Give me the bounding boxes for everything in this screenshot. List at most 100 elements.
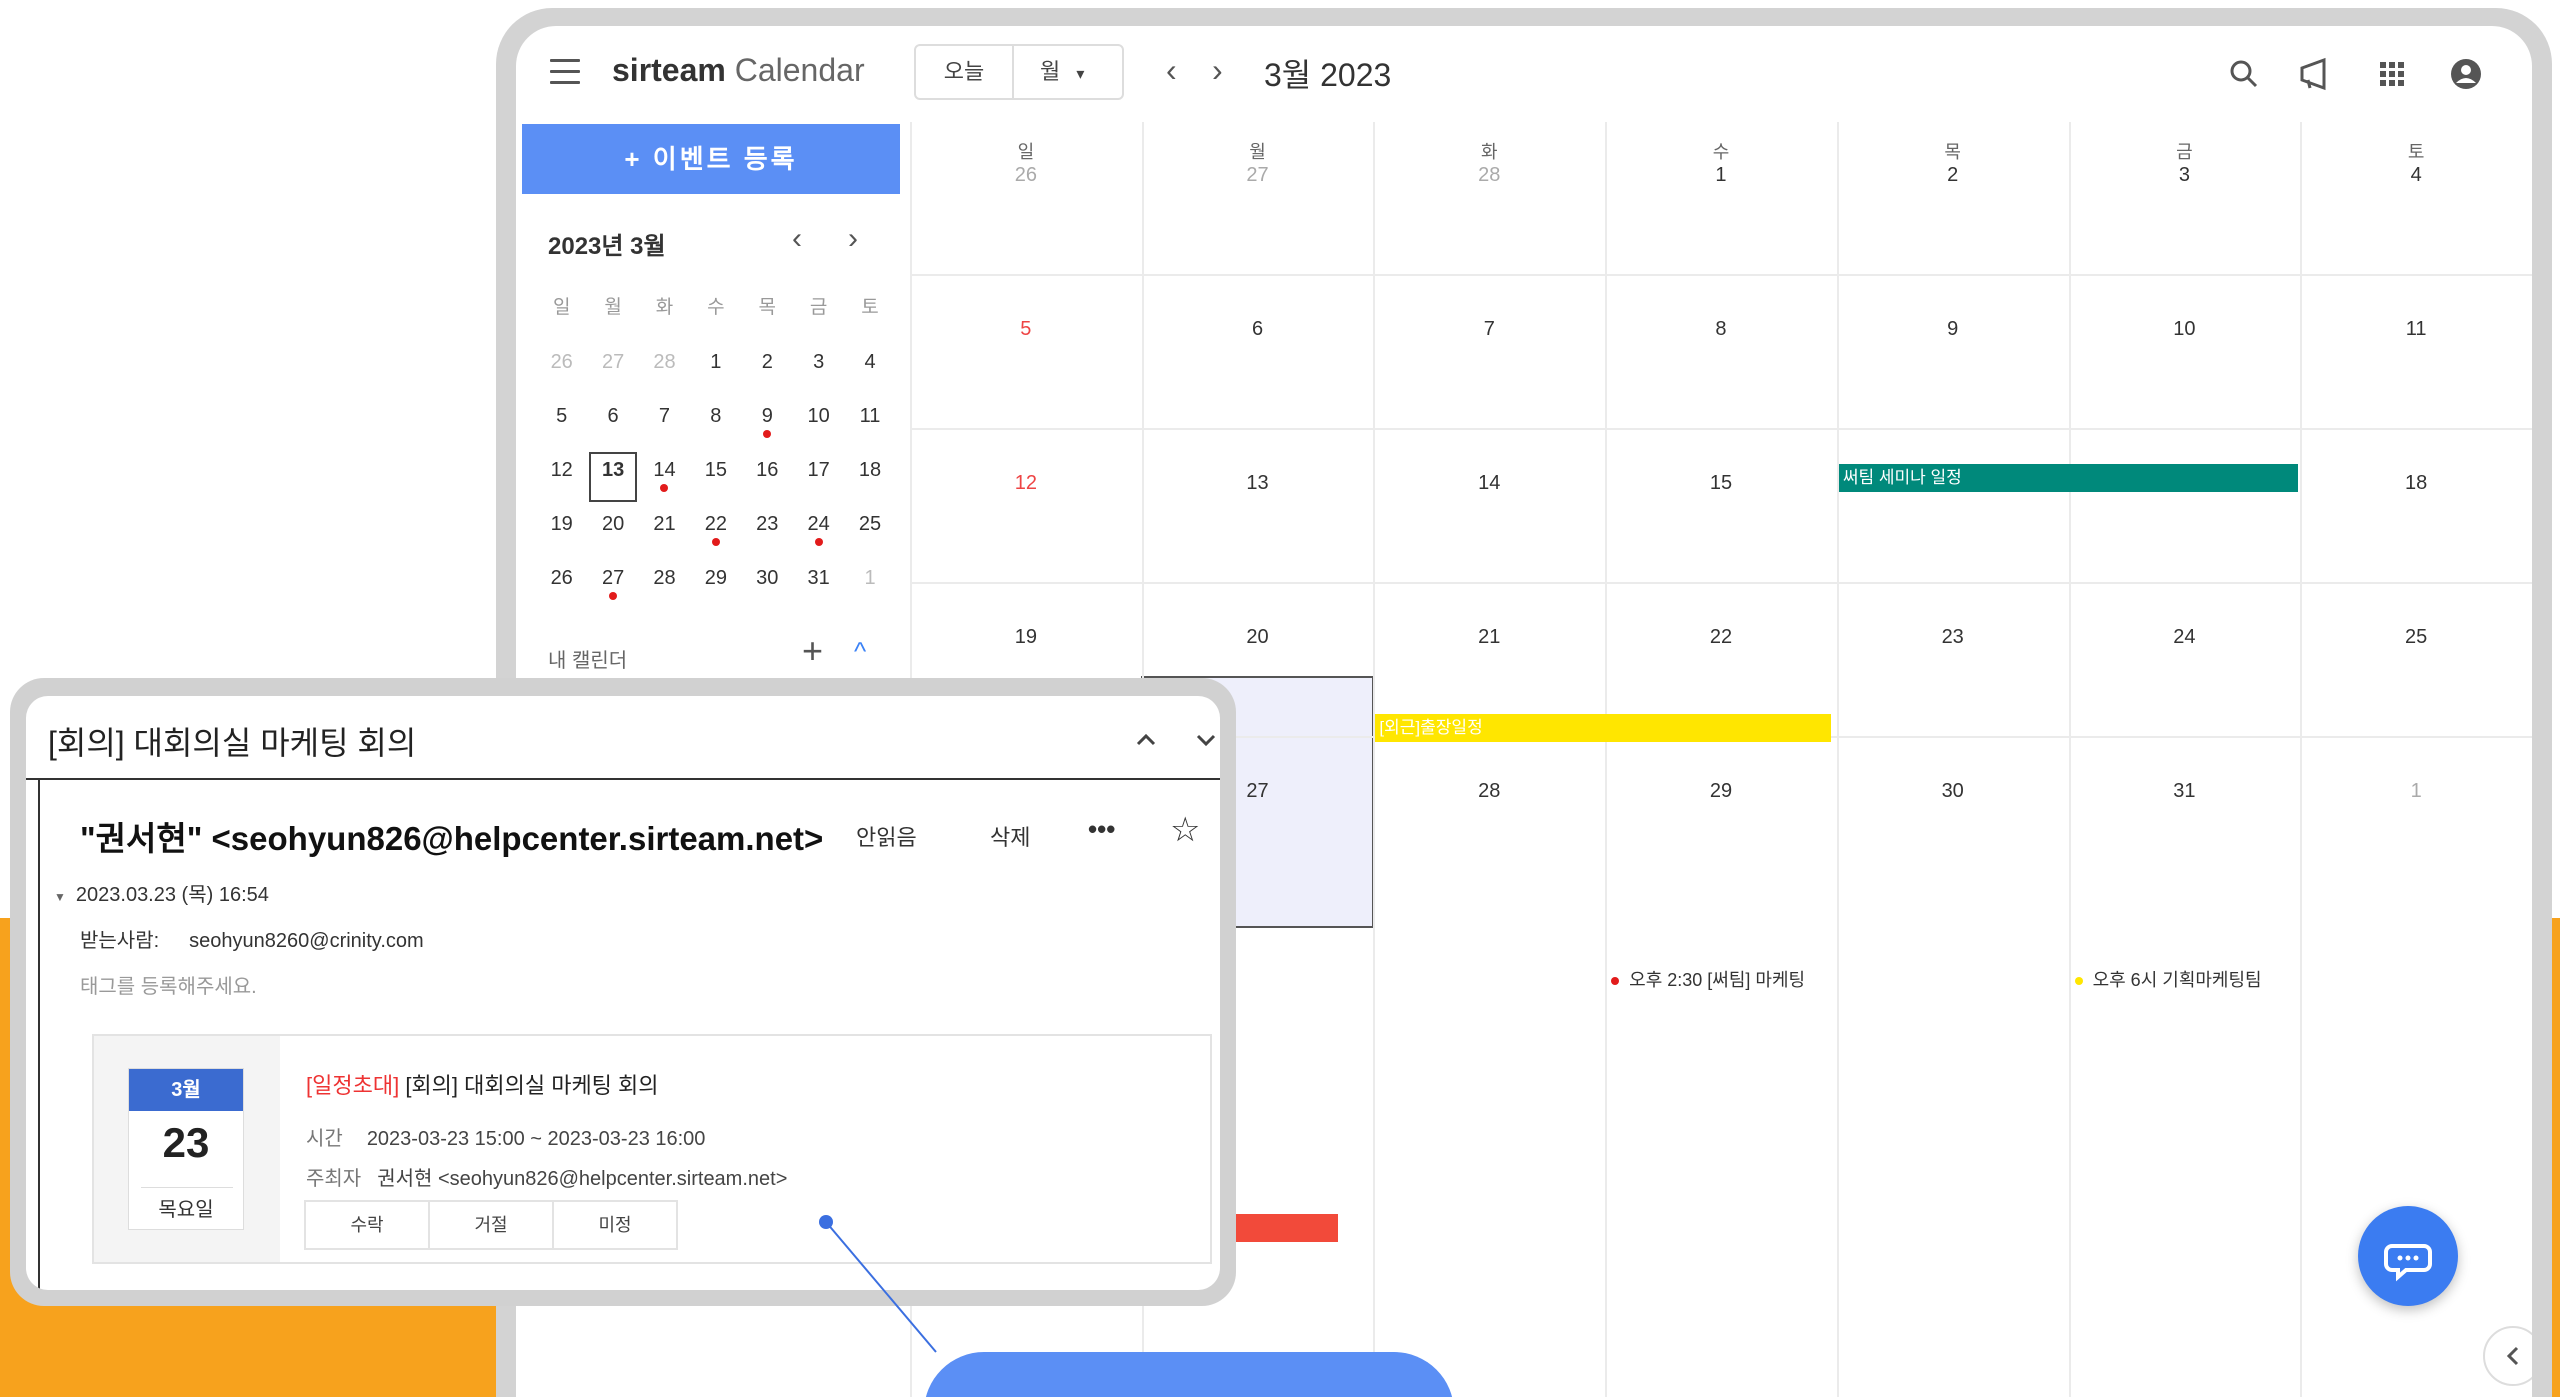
view-select[interactable]: 월 ▾ xyxy=(1012,44,1124,100)
day-number[interactable]: 28 xyxy=(1373,780,1605,803)
day-number[interactable]: 13 xyxy=(1142,472,1374,495)
mini-day[interactable]: 29 xyxy=(690,558,741,612)
mini-day[interactable]: 18 xyxy=(844,450,895,504)
mini-day[interactable]: 9 xyxy=(742,396,793,450)
day-number[interactable]: 9 xyxy=(1837,318,2069,341)
day-number[interactable]: 15 xyxy=(1605,472,1837,495)
event-trip[interactable]: [외근]출장일정 xyxy=(1375,714,1831,742)
add-event-button[interactable]: + 이벤트 등록 xyxy=(522,124,900,194)
apps-grid-icon[interactable] xyxy=(2370,52,2414,96)
day-number[interactable]: 24 xyxy=(2069,626,2301,649)
mini-day[interactable]: 7 xyxy=(639,396,690,450)
mini-day[interactable]: 21 xyxy=(639,504,690,558)
mini-day[interactable]: 24 xyxy=(793,504,844,558)
mini-day[interactable]: 25 xyxy=(844,504,895,558)
day-number[interactable]: 19 xyxy=(910,626,1142,649)
day-number[interactable]: 4 xyxy=(2300,164,2532,187)
day-number[interactable]: 25 xyxy=(2300,626,2532,649)
mini-day[interactable]: 16 xyxy=(742,450,793,504)
day-number[interactable]: 26 xyxy=(910,164,1142,187)
day-number[interactable]: 5 xyxy=(910,318,1142,341)
day-number[interactable]: 30 xyxy=(1837,780,2069,803)
day-number[interactable]: 29 xyxy=(1605,780,1837,803)
menu-icon[interactable] xyxy=(550,59,580,85)
mini-day[interactable]: 27 xyxy=(587,558,638,612)
mini-day[interactable]: 28 xyxy=(639,342,690,396)
day-number[interactable]: 10 xyxy=(2069,318,2301,341)
mini-day[interactable]: 26 xyxy=(536,342,587,396)
mini-day[interactable]: 27 xyxy=(587,342,638,396)
mini-day[interactable]: 14 xyxy=(639,450,690,504)
expand-down-icon[interactable] xyxy=(1192,726,1220,754)
tentative-button[interactable]: 미정 xyxy=(552,1200,678,1250)
more-button[interactable]: ••• xyxy=(1088,814,1115,845)
mini-day[interactable]: 2 xyxy=(742,342,793,396)
mini-day[interactable]: 5 xyxy=(536,396,587,450)
mini-prev-button[interactable]: ‹ xyxy=(792,222,802,256)
event-meeting-24[interactable]: 오후 6시 기획마케팅팀 xyxy=(2074,966,2262,992)
search-icon[interactable] xyxy=(2222,52,2266,96)
mini-day[interactable]: 30 xyxy=(742,558,793,612)
mini-day[interactable]: 10 xyxy=(793,396,844,450)
day-number[interactable]: 1 xyxy=(1605,164,1837,187)
mini-day[interactable]: 1 xyxy=(844,558,895,612)
day-number[interactable]: 31 xyxy=(2069,780,2301,803)
mini-day[interactable]: 22 xyxy=(690,504,741,558)
mini-day[interactable]: 20 xyxy=(587,504,638,558)
mini-day[interactable]: 8 xyxy=(690,396,741,450)
collapse-up-icon[interactable] xyxy=(1132,726,1160,754)
mini-day[interactable]: 6 xyxy=(587,396,638,450)
collapse-calendars-button[interactable]: ^ xyxy=(854,636,866,667)
day-number[interactable]: 28 xyxy=(1373,164,1605,187)
delete-button[interactable]: 삭제 xyxy=(990,820,1030,852)
day-number[interactable]: 20 xyxy=(1142,626,1374,649)
mini-day[interactable]: 11 xyxy=(844,396,895,450)
today-button[interactable]: 오늘 xyxy=(914,44,1014,100)
megaphone-icon[interactable] xyxy=(2296,52,2340,96)
event-seminar[interactable]: 써팀 세미나 일정 xyxy=(1838,464,2299,492)
mini-next-button[interactable]: › xyxy=(848,222,858,256)
panel-toggle-button[interactable] xyxy=(2483,1326,2532,1386)
mini-day[interactable]: 13 xyxy=(587,450,638,504)
mini-day[interactable]: 1 xyxy=(690,342,741,396)
day-number[interactable]: 12 xyxy=(910,472,1142,495)
day-number[interactable]: 22 xyxy=(1605,626,1837,649)
day-number[interactable]: 8 xyxy=(1605,318,1837,341)
next-month-button[interactable]: › xyxy=(1212,52,1223,89)
day-number[interactable]: 6 xyxy=(1142,318,1374,341)
event-meeting-22[interactable]: 오후 2:30 [써팀] 마케팅 xyxy=(1611,966,1805,992)
decline-button[interactable]: 거절 xyxy=(428,1200,554,1250)
mini-day[interactable]: 4 xyxy=(844,342,895,396)
day-number[interactable]: 27 xyxy=(1142,164,1374,187)
tag-input-hint[interactable]: 태그를 등록해주세요. xyxy=(80,970,257,999)
day-number[interactable]: 11 xyxy=(2300,318,2532,341)
app-logo[interactable]: sirteam Calendar xyxy=(612,52,865,89)
prev-month-button[interactable]: ‹ xyxy=(1166,52,1177,89)
mini-day[interactable]: 3 xyxy=(793,342,844,396)
mini-day[interactable]: 15 xyxy=(690,450,741,504)
accept-button[interactable]: 수락 xyxy=(304,1200,430,1250)
mini-day[interactable]: 17 xyxy=(793,450,844,504)
mini-day[interactable]: 12 xyxy=(536,450,587,504)
mini-day[interactable]: 31 xyxy=(793,558,844,612)
star-icon[interactable]: ☆ xyxy=(1170,810,1200,850)
mini-day[interactable]: 23 xyxy=(742,504,793,558)
mark-unread-button[interactable]: 안읽음 xyxy=(856,820,917,852)
day-number[interactable]: 21 xyxy=(1373,626,1605,649)
day-number[interactable]: 1 xyxy=(2300,780,2532,803)
account-icon[interactable] xyxy=(2444,52,2488,96)
mini-day[interactable]: 19 xyxy=(536,504,587,558)
day-number[interactable]: 23 xyxy=(1837,626,2069,649)
mini-day[interactable]: 26 xyxy=(536,558,587,612)
day-number[interactable]: 3 xyxy=(2069,164,2301,187)
chat-button[interactable] xyxy=(2358,1206,2458,1306)
day-column xyxy=(2068,122,2301,1397)
mini-weekday: 금 xyxy=(809,297,828,318)
day-number[interactable]: 18 xyxy=(2300,472,2532,495)
day-number[interactable]: 7 xyxy=(1373,318,1605,341)
add-calendar-button[interactable]: + xyxy=(802,630,823,672)
day-number[interactable]: 2 xyxy=(1837,164,2069,187)
day-number[interactable]: 14 xyxy=(1373,472,1605,495)
weekday-header: 월 xyxy=(1249,142,1266,162)
mini-day[interactable]: 28 xyxy=(639,558,690,612)
